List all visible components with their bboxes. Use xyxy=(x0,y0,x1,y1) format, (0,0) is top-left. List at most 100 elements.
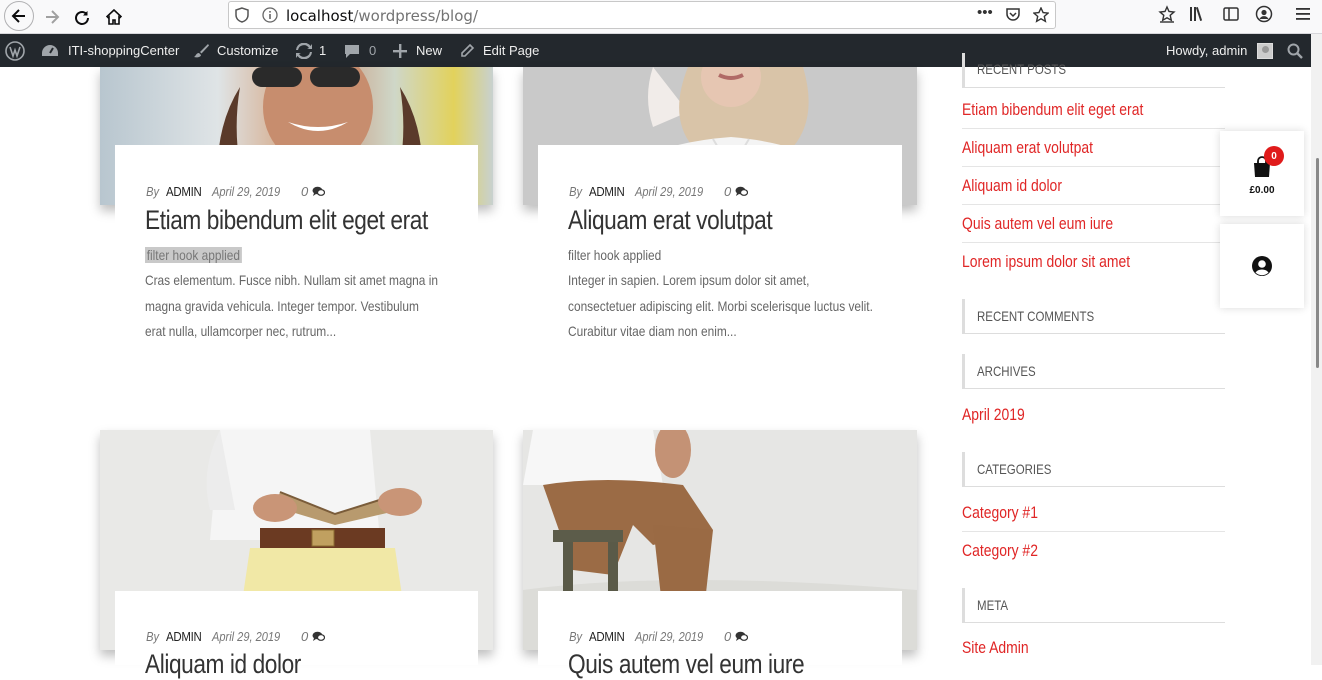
widget-title-meta: META xyxy=(962,588,1225,623)
sidebar-recent-post[interactable]: Aliquam erat volutpat xyxy=(962,129,1225,167)
sidebar-category-link[interactable]: Category #2 xyxy=(962,532,1225,570)
post-by: By xyxy=(146,184,160,199)
post-date[interactable]: April 29, 2019 xyxy=(212,184,280,199)
comments-icon xyxy=(312,631,325,641)
sidebar-link-text[interactable]: Site Admin xyxy=(962,638,1029,658)
avatar xyxy=(1257,42,1274,59)
post-meta: By ADMIN April 29, 2019 0 xyxy=(145,184,365,199)
url-host: localhost xyxy=(286,7,354,25)
post-author[interactable]: ADMIN xyxy=(166,184,202,199)
account-widget[interactable] xyxy=(1220,224,1304,308)
post-comment-count[interactable]: 0 xyxy=(301,629,308,644)
account-icon[interactable] xyxy=(1255,5,1273,23)
admin-search[interactable] xyxy=(1287,34,1303,67)
browser-toolbar: localhost/wordpress/blog/ ••• xyxy=(0,0,1322,34)
sidebar-recent-post[interactable]: Lorem ipsum dolor sit amet xyxy=(962,243,1225,281)
mini-cart-widget[interactable] xyxy=(1220,131,1304,216)
post-meta: By ADMIN April 29, 2019 0 xyxy=(568,629,788,644)
widget-title-recent-comments: RECENT COMMENTS xyxy=(962,299,1225,334)
edit-page-link[interactable]: Edit Page xyxy=(459,34,539,67)
post-date[interactable]: April 29, 2019 xyxy=(212,629,280,644)
edit-page-label: Edit Page xyxy=(483,43,540,58)
widget-title-text: RECENT POSTS xyxy=(977,61,1067,77)
widget-title-recent-posts: RECENT POSTS xyxy=(962,53,1225,88)
arrow-left-icon xyxy=(11,9,25,23)
scrollbar-thumb[interactable] xyxy=(1316,158,1319,368)
post-author[interactable]: ADMIN xyxy=(166,629,202,644)
sidebar-meta-link[interactable]: Site Admin xyxy=(962,629,1225,667)
sidebar-recent-post[interactable]: Quis autem vel eum iure xyxy=(962,205,1225,243)
sidebar-link-text[interactable]: Category #2 xyxy=(962,541,1038,561)
sidebar-link-text[interactable]: Aliquam erat volutpat xyxy=(962,138,1093,158)
post-author[interactable]: ADMIN xyxy=(589,184,625,199)
downloads-star-icon[interactable] xyxy=(1158,5,1176,23)
menu-icon[interactable] xyxy=(1295,5,1311,23)
post-excerpt: Integer in sapien. Lorem ipsum dolor sit… xyxy=(568,272,873,339)
post-title[interactable]: Aliquam erat volutpat xyxy=(568,205,773,236)
info-icon[interactable] xyxy=(262,7,278,23)
plus-icon xyxy=(393,43,407,58)
sidebar-category-link[interactable]: Category #1 xyxy=(962,494,1225,532)
post-date[interactable]: April 29, 2019 xyxy=(635,184,703,199)
comments-icon xyxy=(735,631,748,641)
customize-link[interactable]: Customize xyxy=(193,34,278,67)
post-meta: By ADMIN April 29, 2019 0 xyxy=(568,184,788,199)
comments-icon xyxy=(312,186,325,196)
updates-count: 1 xyxy=(319,43,327,58)
comments-icon xyxy=(735,186,748,196)
post-comment-count[interactable]: 0 xyxy=(724,629,731,644)
sidebar-recent-post[interactable]: Aliquam id dolor xyxy=(962,167,1225,205)
sidebar-icon[interactable] xyxy=(1222,5,1240,23)
bookmark-star-icon[interactable] xyxy=(1033,7,1049,23)
user-circle-icon xyxy=(1252,256,1272,276)
post-by: By xyxy=(569,184,583,199)
widget-title-text: RECENT COMMENTS xyxy=(977,308,1095,324)
new-content-menu[interactable]: New xyxy=(393,34,442,67)
post-title[interactable]: Etiam bibendum elit eget erat xyxy=(145,205,428,236)
home-button[interactable] xyxy=(100,3,128,31)
sidebar-link-text[interactable]: Etiam bibendum elit eget erat xyxy=(962,100,1143,120)
forward-button[interactable] xyxy=(38,3,66,31)
sidebar-recent-post[interactable]: Etiam bibendum elit eget erat xyxy=(962,91,1225,129)
url-bar[interactable]: localhost/wordpress/blog/ ••• xyxy=(228,1,1056,29)
sidebar-link-text[interactable]: Category #1 xyxy=(962,503,1038,523)
post-by: By xyxy=(569,629,583,644)
page-actions-icon[interactable]: ••• xyxy=(977,4,993,21)
sidebar-archive-link[interactable]: April 2019 xyxy=(962,396,1225,434)
post-comment-count[interactable]: 0 xyxy=(301,184,308,199)
sidebar-link-text[interactable]: April 2019 xyxy=(962,405,1025,425)
post-comment-count[interactable]: 0 xyxy=(724,184,731,199)
reload-button[interactable] xyxy=(68,3,96,31)
customize-label: Customize xyxy=(217,43,279,58)
reload-icon xyxy=(75,10,89,25)
wordpress-logo-icon xyxy=(5,40,25,61)
post-date[interactable]: April 29, 2019 xyxy=(635,629,703,644)
search-icon xyxy=(1287,43,1303,59)
post-author[interactable]: ADMIN xyxy=(589,629,625,644)
sidebar-link-text[interactable]: Lorem ipsum dolor sit amet xyxy=(962,252,1130,272)
widget-title-categories: CATEGORIES xyxy=(962,452,1225,487)
widget-title-text: CATEGORIES xyxy=(977,461,1052,477)
cart-count-badge: 0 xyxy=(1264,146,1284,166)
sidebar-link-text[interactable]: Aliquam id dolor xyxy=(962,176,1062,196)
shield-icon[interactable] xyxy=(235,7,249,23)
comments-link[interactable]: 0 xyxy=(344,34,376,67)
url-path: /wordpress/blog/ xyxy=(353,7,478,25)
updates-link[interactable]: 1 xyxy=(295,34,326,67)
dashboard-icon xyxy=(42,44,58,56)
back-button[interactable] xyxy=(4,1,34,31)
post-hook-text: filter hook applied xyxy=(568,247,662,263)
url-text: localhost/wordpress/blog/ xyxy=(286,7,478,25)
post-by: By xyxy=(146,629,160,644)
post-meta: By ADMIN April 29, 2019 0 xyxy=(145,629,365,644)
site-name-menu[interactable]: ITI-shoppingCenter xyxy=(41,34,179,67)
pocket-icon[interactable] xyxy=(1005,7,1021,23)
widget-title-text: META xyxy=(977,597,1009,613)
wp-logo-menu[interactable] xyxy=(5,34,25,67)
post-excerpt: Cras elementum. Fusce nibh. Nullam sit a… xyxy=(145,272,438,339)
library-icon[interactable] xyxy=(1188,5,1206,23)
home-icon xyxy=(106,9,122,25)
post-hook-text: filter hook applied xyxy=(145,247,242,263)
comments-count: 0 xyxy=(369,43,377,58)
sidebar-link-text[interactable]: Quis autem vel eum iure xyxy=(962,214,1113,234)
